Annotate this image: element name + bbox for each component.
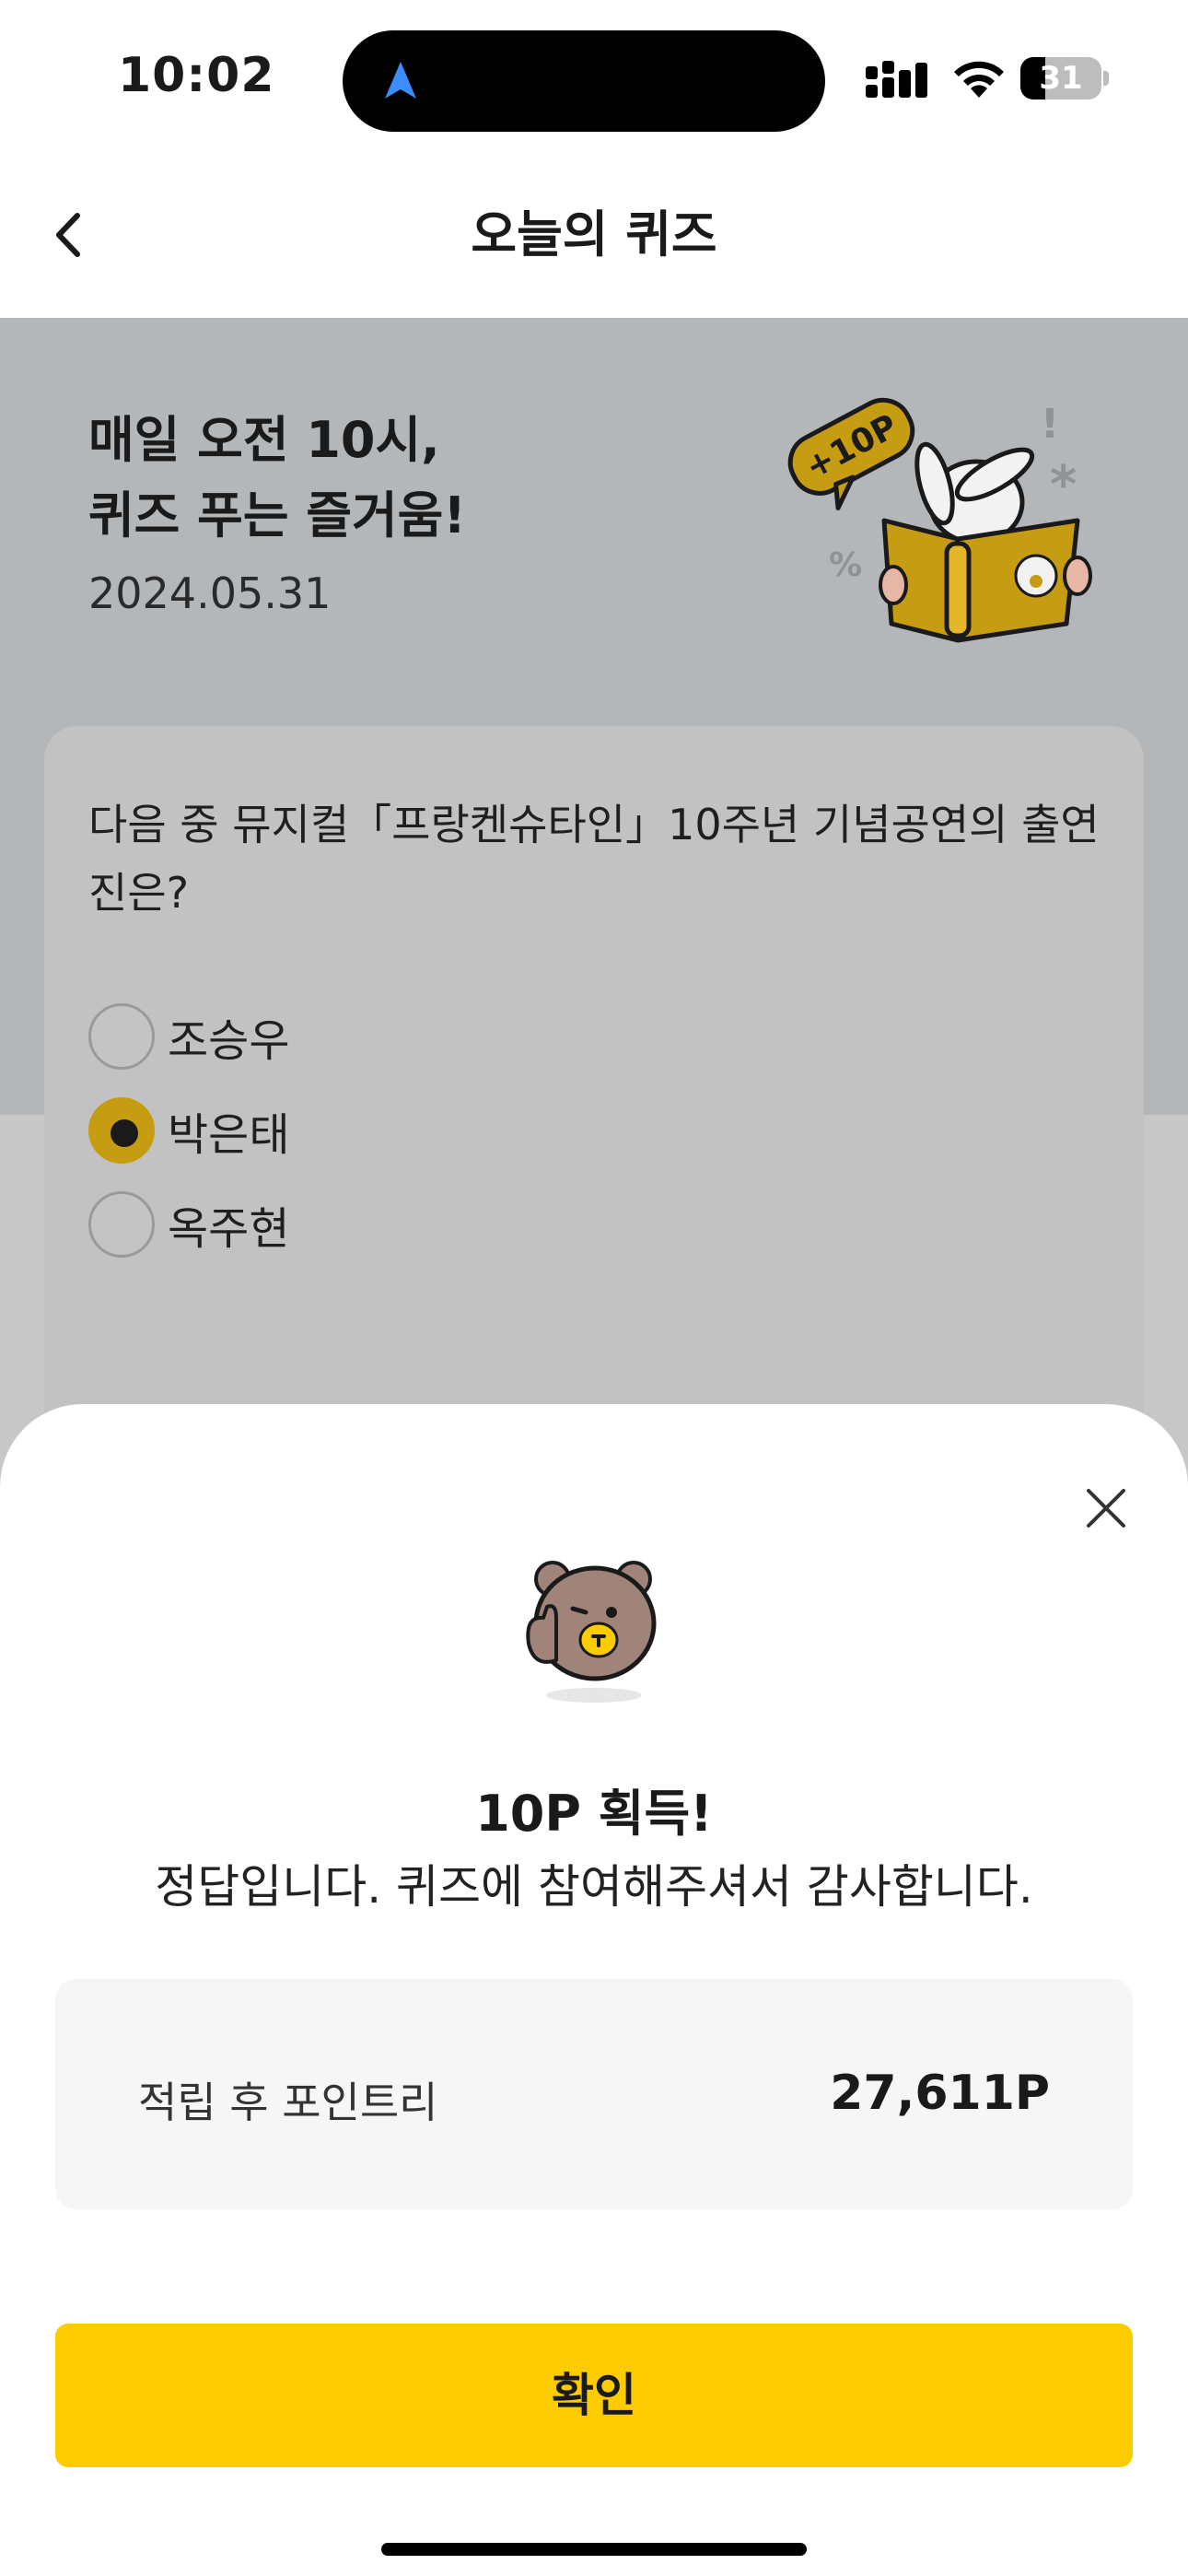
svg-text:%: % <box>829 546 862 584</box>
result-message: 정답입니다. 퀴즈에 참여해주셔서 감사합니다. <box>155 1860 1033 1914</box>
dynamic-island <box>343 30 825 132</box>
hero-title: 매일 오전 10시, 퀴즈 푸는 즐거움! <box>88 403 466 554</box>
hero-title-line1: 매일 오전 10시, <box>88 411 440 469</box>
home-indicator[interactable] <box>381 2543 807 2556</box>
radio-button[interactable] <box>88 1003 155 1070</box>
status-bar: 10:02 31 <box>0 0 1188 157</box>
cellular-signal-icon <box>866 61 927 98</box>
quiz-option-1[interactable]: 조승우 <box>88 1002 289 1071</box>
result-bottom-sheet: 10P 획득! 정답입니다. 퀴즈에 참여해주셔서 감사합니다. 적립 후 포인… <box>0 1404 1188 2576</box>
svg-text:!: ! <box>1041 401 1059 448</box>
svg-text:*: * <box>1050 455 1077 515</box>
hero-date: 2024.05.31 <box>88 568 332 618</box>
battery-body: 31 <box>1020 57 1101 100</box>
close-icon[interactable] <box>1074 1476 1138 1540</box>
quiz-option-label: 조승우 <box>168 1015 290 1067</box>
points-label: 적립 후 포인트리 <box>138 2078 438 2127</box>
reward-title: 10P 획득! <box>475 1785 713 1843</box>
battery-tip <box>1103 71 1109 86</box>
status-time: 10:02 <box>118 48 275 103</box>
battery-icon: 31 <box>1020 57 1109 100</box>
navigation-arrow-icon <box>385 62 416 99</box>
status-icons: 31 <box>866 55 1114 101</box>
rabbit-reading-book-illustration: +10P ! * % <box>787 397 1092 643</box>
radio-button[interactable] <box>88 1191 155 1258</box>
battery-level: 31 <box>1039 60 1083 97</box>
wifi-icon <box>954 61 1004 98</box>
quiz-question: 다음 중 뮤지컬「프랑켄슈타인」10주년 기념공연의 출연진은? <box>88 800 1100 918</box>
page-title: 오늘의 퀴즈 <box>471 205 717 263</box>
quiz-option-2[interactable]: 박은태 <box>88 1096 289 1165</box>
confirm-button[interactable]: 확인 <box>55 2324 1133 2467</box>
page-header: 오늘의 퀴즈 <box>0 157 1188 318</box>
quiz-option-3[interactable]: 옥주현 <box>88 1190 289 1259</box>
bear-thumbs-up-icon <box>526 1561 657 1703</box>
quiz-option-label: 옥주현 <box>168 1203 290 1255</box>
quiz-option-label: 박은태 <box>168 1109 290 1161</box>
hero-title-line2: 퀴즈 푸는 즐거움! <box>88 486 466 544</box>
radio-button[interactable] <box>88 1097 155 1164</box>
points-summary: 적립 후 포인트리 27,611P <box>55 1979 1133 2209</box>
points-value: 27,611P <box>830 2066 1050 2121</box>
